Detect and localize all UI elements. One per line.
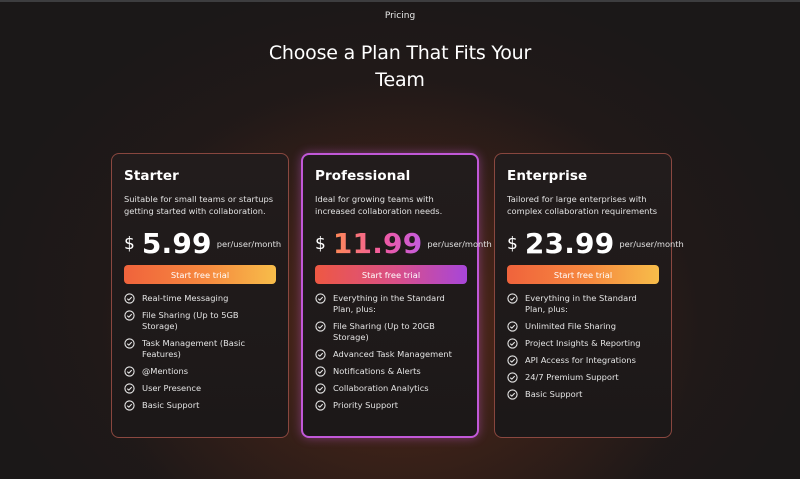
- feature-item: Everything in the Standard Plan, plus:: [507, 293, 659, 315]
- check-circle-icon: [124, 383, 135, 394]
- feature-text: Priority Support: [333, 400, 398, 410]
- feature-item: Basic Support: [507, 389, 659, 400]
- feature-item: Everything in the Standard Plan, plus:: [315, 293, 466, 315]
- currency-symbol: $: [315, 234, 326, 254]
- check-circle-icon: [507, 321, 518, 332]
- check-circle-icon: [124, 400, 135, 411]
- check-circle-icon: [507, 338, 518, 349]
- feature-item: Priority Support: [315, 400, 466, 411]
- feature-text: Basic Support: [142, 400, 200, 410]
- check-circle-icon: [124, 310, 135, 321]
- section-tag: Pricing: [384, 11, 416, 21]
- check-circle-icon: [315, 321, 326, 332]
- check-circle-icon: [124, 338, 135, 349]
- price-period: per/user/month: [619, 239, 684, 249]
- feature-item: Notifications & Alerts: [315, 366, 466, 377]
- feature-item: File Sharing (Up to 5GB Storage): [124, 310, 276, 332]
- check-circle-icon: [507, 355, 518, 366]
- check-circle-icon: [315, 349, 326, 360]
- feature-text: User Presence: [142, 383, 202, 393]
- feature-item: Collaboration Analytics: [315, 383, 466, 394]
- top-border: [0, 0, 800, 2]
- price-period: per/user/month: [427, 239, 492, 249]
- plan-card-enterprise: Enterprise Tailored for large enterprise…: [494, 153, 684, 438]
- start-trial-button[interactable]: Start free trial: [124, 265, 276, 284]
- feature-text: File Sharing (Up to 5GB Storage): [142, 310, 239, 331]
- feature-item: 24/7 Premium Support: [507, 372, 659, 383]
- plan-description: Tailored for large enterprises with comp…: [507, 194, 658, 216]
- page-title: Choose a Plan That Fits Your Team: [268, 42, 532, 91]
- plan-name: Enterprise: [507, 168, 588, 184]
- feature-item: Unlimited File Sharing: [507, 321, 659, 332]
- feature-item: Basic Support: [124, 400, 276, 411]
- start-trial-button[interactable]: Start free trial: [507, 265, 659, 284]
- price-amount: 11.99: [332, 226, 423, 260]
- check-circle-icon: [315, 366, 326, 377]
- check-circle-icon: [507, 372, 518, 383]
- feature-text: Basic Support: [525, 389, 583, 399]
- start-trial-button[interactable]: Start free trial: [315, 265, 467, 284]
- check-circle-icon: [507, 293, 518, 304]
- feature-item: Real-time Messaging: [124, 293, 276, 304]
- feature-text: Real-time Messaging: [142, 293, 229, 303]
- feature-text: 24/7 Premium Support: [525, 372, 619, 382]
- feature-text: Task Management (Basic Features): [142, 338, 246, 359]
- plan-description: Suitable for small teams or startups get…: [124, 194, 274, 216]
- check-circle-icon: [507, 389, 518, 400]
- price-amount: 5.99: [141, 226, 212, 260]
- check-circle-icon: [315, 383, 326, 394]
- plan-card-professional: Professional Ideal for growing teams wit…: [301, 153, 492, 438]
- plan-name: Professional: [315, 168, 411, 184]
- feature-item: User Presence: [124, 383, 276, 394]
- price-row: $ 5.99 per/user/month: [124, 225, 281, 261]
- currency-symbol: $: [507, 234, 518, 254]
- feature-text: Everything in the Standard Plan, plus:: [525, 293, 637, 314]
- feature-item: API Access for Integrations: [507, 355, 659, 366]
- check-circle-icon: [124, 366, 135, 377]
- feature-text: Collaboration Analytics: [333, 383, 429, 393]
- feature-list: Everything in the Standard Plan, plus: F…: [315, 293, 466, 411]
- feature-item: File Sharing (Up to 20GB Storage): [315, 321, 466, 343]
- price-row: $ 11.99 per/user/month: [315, 225, 492, 261]
- price-period: per/user/month: [216, 239, 282, 249]
- feature-list: Everything in the Standard Plan, plus: U…: [507, 293, 659, 400]
- feature-text: Notifications & Alerts: [333, 366, 421, 376]
- feature-text: @Mentions: [142, 366, 189, 376]
- feature-text: Everything in the Standard Plan, plus:: [333, 293, 445, 314]
- feature-item: Project Insights & Reporting: [507, 338, 659, 349]
- check-circle-icon: [315, 293, 326, 304]
- check-circle-icon: [315, 400, 326, 411]
- feature-item: Advanced Task Management: [315, 349, 466, 360]
- price-amount: 23.99: [524, 226, 615, 260]
- feature-text: Project Insights & Reporting: [525, 338, 641, 348]
- check-circle-icon: [124, 293, 135, 304]
- feature-text: API Access for Integrations: [525, 355, 636, 365]
- feature-item: Task Management (Basic Features): [124, 338, 276, 360]
- plan-name: Starter: [124, 168, 179, 184]
- feature-text: File Sharing (Up to 20GB Storage): [333, 321, 435, 342]
- plan-card-starter: Starter Suitable for small teams or star…: [111, 153, 289, 438]
- feature-text: Unlimited File Sharing: [525, 321, 616, 331]
- feature-text: Advanced Task Management: [333, 349, 452, 359]
- feature-item: @Mentions: [124, 366, 276, 377]
- feature-list: Real-time Messaging File Sharing (Up to …: [124, 293, 276, 411]
- currency-symbol: $: [124, 234, 135, 254]
- plan-description: Ideal for growing teams with increased c…: [315, 194, 443, 216]
- price-row: $ 23.99 per/user/month: [507, 225, 684, 261]
